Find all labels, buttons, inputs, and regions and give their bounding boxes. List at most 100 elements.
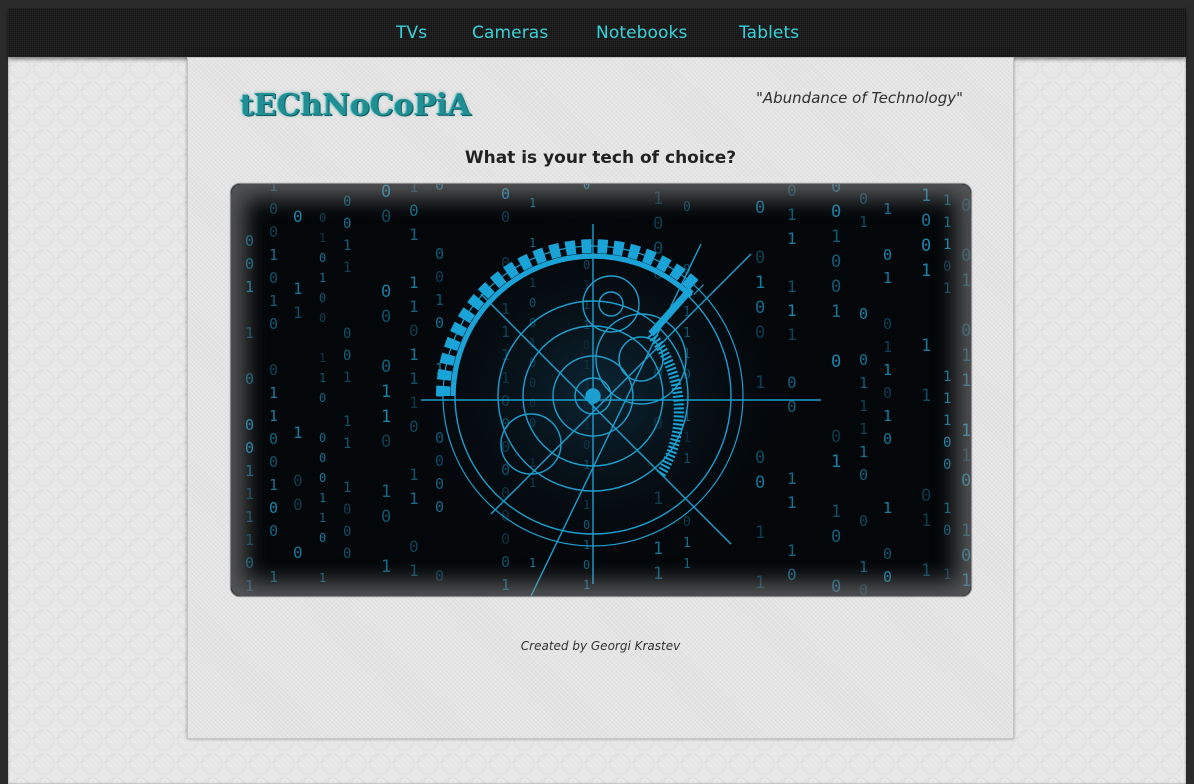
svg-text:1: 1 <box>409 273 419 292</box>
svg-text:0: 0 <box>883 545 892 563</box>
svg-text:0: 0 <box>293 543 303 562</box>
svg-text:1: 1 <box>883 200 892 218</box>
svg-text:0: 0 <box>859 190 868 208</box>
svg-text:1: 1 <box>961 371 971 391</box>
svg-text:0: 0 <box>381 282 391 302</box>
svg-text:1: 1 <box>943 391 951 407</box>
svg-text:1: 1 <box>755 523 765 543</box>
svg-text:0: 0 <box>831 202 841 222</box>
svg-text:0: 0 <box>961 246 971 266</box>
svg-text:1: 1 <box>319 491 326 505</box>
nav-item-tvs[interactable]: TVs <box>396 23 427 43</box>
svg-text:0: 0 <box>787 565 797 584</box>
svg-text:1: 1 <box>859 420 868 438</box>
svg-text:1: 1 <box>787 205 797 224</box>
svg-text:0: 0 <box>883 384 892 402</box>
binary-gear-hero-icon: 0011000111101100101001100100101110000101… <box>231 184 971 596</box>
svg-text:0: 0 <box>435 245 444 263</box>
svg-text:1: 1 <box>245 462 254 480</box>
svg-text:0: 0 <box>269 430 278 448</box>
svg-text:1: 1 <box>921 386 931 406</box>
svg-text:1: 1 <box>501 576 510 594</box>
svg-text:1: 1 <box>269 384 278 402</box>
svg-text:1: 1 <box>245 508 254 526</box>
svg-text:1: 1 <box>943 413 951 429</box>
svg-text:0: 0 <box>961 471 971 491</box>
svg-text:0: 0 <box>269 453 278 471</box>
svg-text:0: 0 <box>343 216 351 232</box>
svg-text:1: 1 <box>343 370 351 386</box>
svg-text:1: 1 <box>245 577 254 595</box>
svg-text:0: 0 <box>831 184 841 197</box>
svg-text:1: 1 <box>269 184 278 195</box>
svg-text:0: 0 <box>921 486 931 506</box>
svg-text:1: 1 <box>319 351 326 365</box>
svg-text:1: 1 <box>961 421 971 441</box>
svg-text:1: 1 <box>859 213 868 231</box>
svg-text:1: 1 <box>409 184 419 196</box>
svg-text:1: 1 <box>921 261 931 281</box>
svg-text:1: 1 <box>943 215 951 231</box>
svg-text:1: 1 <box>755 573 765 593</box>
svg-text:1: 1 <box>961 521 971 541</box>
svg-text:1: 1 <box>943 369 951 385</box>
svg-text:0: 0 <box>859 581 868 596</box>
svg-text:1: 1 <box>245 485 254 503</box>
svg-text:0: 0 <box>343 348 351 364</box>
site-logo[interactable]: tEChNoCoPiA <box>240 88 471 123</box>
svg-text:1: 1 <box>653 189 663 209</box>
svg-text:0: 0 <box>343 326 351 342</box>
svg-text:0: 0 <box>293 207 303 226</box>
nav-item-cameras[interactable]: Cameras <box>472 23 548 43</box>
svg-text:1: 1 <box>883 499 892 517</box>
svg-text:0: 0 <box>319 431 326 445</box>
svg-text:0: 0 <box>319 211 326 225</box>
svg-text:0: 0 <box>269 223 278 241</box>
svg-text:0: 0 <box>943 435 951 451</box>
svg-text:1: 1 <box>319 371 326 385</box>
svg-text:0: 0 <box>381 184 391 202</box>
svg-text:1: 1 <box>319 511 326 525</box>
svg-text:1: 1 <box>381 482 391 502</box>
svg-text:0: 0 <box>343 546 351 562</box>
svg-text:0: 0 <box>883 568 892 586</box>
svg-text:0: 0 <box>831 527 841 547</box>
svg-text:1: 1 <box>943 501 951 517</box>
svg-text:0: 0 <box>409 201 419 220</box>
svg-text:0: 0 <box>319 251 326 265</box>
svg-text:0: 0 <box>245 255 254 273</box>
svg-text:0: 0 <box>269 499 278 517</box>
site-slogan: "Abundance of Technology" <box>755 89 963 107</box>
svg-text:1: 1 <box>859 374 868 392</box>
svg-text:0: 0 <box>343 502 351 518</box>
svg-text:0: 0 <box>269 522 278 540</box>
top-navigation: TVs Cameras Notebooks Tablets <box>8 8 1186 57</box>
svg-text:0: 0 <box>319 471 326 485</box>
svg-text:0: 0 <box>319 311 326 325</box>
svg-text:1: 1 <box>269 476 278 494</box>
svg-text:1: 1 <box>883 361 892 379</box>
svg-text:0: 0 <box>319 451 326 465</box>
svg-text:0: 0 <box>755 198 765 218</box>
svg-text:1: 1 <box>921 511 931 531</box>
hero-image: 0011000111101100101001100100101110000101… <box>230 183 972 597</box>
nav-list: TVs Cameras Notebooks Tablets <box>8 8 1186 57</box>
page-heading: What is your tech of choice? <box>464 148 737 168</box>
svg-text:1: 1 <box>787 229 797 248</box>
nav-item-tablets[interactable]: Tablets <box>739 23 799 43</box>
svg-text:0: 0 <box>859 351 868 369</box>
svg-text:1: 1 <box>921 336 931 356</box>
svg-text:1: 1 <box>409 489 419 508</box>
svg-text:1: 1 <box>269 407 278 425</box>
svg-text:0: 0 <box>501 185 510 203</box>
svg-text:0: 0 <box>293 471 303 490</box>
svg-text:0: 0 <box>921 211 931 231</box>
svg-text:0: 0 <box>787 184 797 200</box>
main-container: tEChNoCoPiA "Abundance of Technology" Wh… <box>187 57 1014 739</box>
svg-text:1: 1 <box>343 414 351 430</box>
svg-text:0: 0 <box>409 537 419 556</box>
svg-text:1: 1 <box>883 338 892 356</box>
svg-text:0: 0 <box>269 200 278 218</box>
svg-text:1: 1 <box>293 303 303 322</box>
nav-item-notebooks[interactable]: Notebooks <box>596 23 687 43</box>
